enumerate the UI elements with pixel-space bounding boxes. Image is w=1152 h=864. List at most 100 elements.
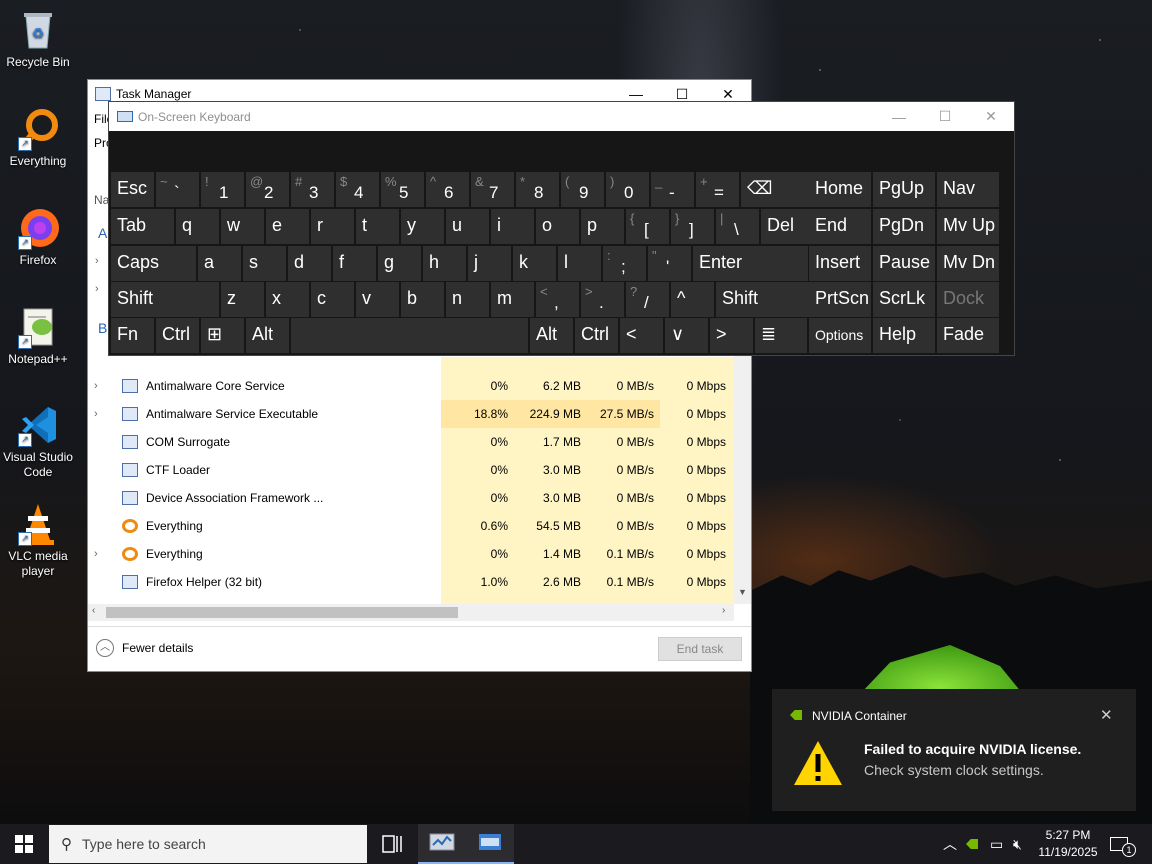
key-insert[interactable]: Insert — [809, 246, 871, 281]
key-=[interactable]: + = — [696, 172, 739, 207]
expand-arrow[interactable]: › — [94, 408, 108, 420]
key-`[interactable]: ~ ` — [156, 172, 199, 207]
key-o[interactable]: o — [536, 209, 579, 244]
nvidia-tray-icon[interactable] — [966, 824, 978, 864]
osk-titlebar[interactable]: On-Screen Keyboard — ☐ ✕ — [109, 102, 1014, 131]
key-pause[interactable]: Pause — [873, 246, 935, 281]
key-shift[interactable]: Shift — [111, 282, 219, 317]
osk-maximize-button[interactable]: ☐ — [922, 102, 968, 131]
key-n[interactable]: n — [446, 282, 489, 317]
key-≣[interactable]: ≣ — [755, 318, 807, 353]
key-∨[interactable]: ∨ — [665, 318, 708, 353]
key-t[interactable]: t — [356, 209, 399, 244]
key-4[interactable]: $4 — [336, 172, 379, 207]
desktop-icon-firefox[interactable]: ↗ Firefox — [0, 206, 76, 268]
key-scrlk[interactable]: ScrLk — [873, 282, 935, 317]
key-⌫[interactable]: ⌫ — [741, 172, 813, 207]
key-3[interactable]: #3 — [291, 172, 334, 207]
key-b[interactable]: b — [401, 282, 444, 317]
key-][interactable]: }] — [671, 209, 714, 244]
key-f[interactable]: f — [333, 246, 376, 281]
key-c[interactable]: c — [311, 282, 354, 317]
desktop-icon-vscode[interactable]: ↗ Visual Studio Code — [0, 403, 76, 480]
key-u[interactable]: u — [446, 209, 489, 244]
key-q[interactable]: q — [176, 209, 219, 244]
key-fade[interactable]: Fade — [937, 318, 999, 353]
key-h[interactable]: h — [423, 246, 466, 281]
key-g[interactable]: g — [378, 246, 421, 281]
scroll-left-icon[interactable]: ‹ — [92, 605, 95, 616]
scroll-right-icon[interactable]: › — [722, 605, 725, 616]
fewer-details-button[interactable]: ︿ Fewer details — [96, 639, 193, 657]
key-/[interactable]: ? / — [626, 282, 669, 317]
key-r[interactable]: r — [311, 209, 354, 244]
key-shift[interactable]: Shift — [716, 282, 809, 317]
volume-muted-icon[interactable]: 🔇︎ — [1013, 824, 1022, 864]
key->[interactable]: > — [710, 318, 753, 353]
notification-close-icon[interactable]: ✕ — [1100, 706, 1113, 724]
horizontal-scroll-thumb[interactable] — [106, 607, 458, 618]
key-alt[interactable]: Alt — [530, 318, 573, 353]
end-task-button[interactable]: End task — [658, 637, 742, 661]
key-w[interactable]: w — [221, 209, 264, 244]
process-row[interactable]: Firefox Helper (32 bit) 1.0% 2.6 MB 0.1 MB/… — [88, 568, 728, 596]
key-,[interactable]: <, — [536, 282, 579, 317]
key-ctrl[interactable]: Ctrl — [156, 318, 199, 353]
key-1[interactable]: ! 1 — [201, 172, 244, 207]
notification-toast[interactable]: NVIDIA Container ✕ Failed to acquire NVI… — [772, 689, 1136, 811]
taskbar-app-task-manager[interactable] — [418, 824, 466, 864]
key-prtscn[interactable]: PrtScn — [809, 282, 871, 317]
key-alt[interactable]: Alt — [246, 318, 289, 353]
key-a[interactable]: a — [198, 246, 241, 281]
osk-minimize-button[interactable]: — — [876, 102, 922, 131]
key-k[interactable]: k — [513, 246, 556, 281]
key-'[interactable]: " ' — [648, 246, 691, 281]
key-home[interactable]: Home — [809, 172, 871, 207]
key-help[interactable]: Help — [873, 318, 935, 353]
key-d[interactable]: d — [288, 246, 331, 281]
horizontal-scrollbar[interactable]: ‹ › — [88, 604, 734, 621]
network-icon[interactable]: ▭ — [990, 824, 1003, 864]
key-nav[interactable]: Nav — [937, 172, 999, 207]
key-5[interactable]: % 5 — [381, 172, 424, 207]
system-clock[interactable]: 5:27 PM 11/19/2025 — [1030, 827, 1106, 861]
key-;[interactable]: :; — [603, 246, 646, 281]
process-row[interactable]: Everything 0.6% 54.5 MB 0 MB/s 0 Mbps — [88, 512, 728, 540]
key-pgdn[interactable]: PgDn — [873, 209, 935, 244]
key-[[interactable]: {[ — [626, 209, 669, 244]
desktop-icon-notepad-plus-plus[interactable]: ↗ Notepad++ — [0, 305, 76, 367]
expand-arrow[interactable]: › — [95, 255, 99, 267]
show-hidden-icons-button[interactable]: ︿ — [943, 824, 957, 864]
process-row[interactable]: › Antimalware Service Executable 18.8% 224.… — [88, 400, 728, 428]
key-enter[interactable]: Enter — [693, 246, 808, 281]
process-row[interactable]: COM Surrogate 0% 1.7 MB 0 MB/s 0 Mbps — [88, 428, 728, 456]
key-mv-dn[interactable]: Mv Dn — [937, 246, 999, 281]
key-esc[interactable]: Esc — [111, 172, 154, 207]
key--[interactable]: _ - — [651, 172, 694, 207]
key-9[interactable]: (9 — [561, 172, 604, 207]
key-8[interactable]: * 8 — [516, 172, 559, 207]
taskbar-search-box[interactable]: ⚲ Type here to search — [49, 825, 367, 863]
key-l[interactable]: l — [558, 246, 601, 281]
key-end[interactable]: End — [809, 209, 871, 244]
on-screen-keyboard-window[interactable]: On-Screen Keyboard — ☐ ✕ Esc ~ `! 1 @2 #3 $4% 5… — [108, 101, 1015, 356]
key-y[interactable]: y — [401, 209, 444, 244]
expand-arrow[interactable]: › — [95, 283, 99, 295]
key-<[interactable]: < — [620, 318, 663, 353]
key-mv-up[interactable]: Mv Up — [937, 209, 999, 244]
key-caps[interactable]: Caps — [111, 246, 196, 281]
key-z[interactable]: z — [221, 282, 264, 317]
process-row[interactable]: › Antimalware Core Service 0% 6.2 MB 0 MB/s 0… — [88, 372, 728, 400]
process-row[interactable]: › Everything 0% 1.4 MB 0.1 MB/s 0 Mbps — [88, 540, 728, 568]
key-e[interactable]: e — [266, 209, 309, 244]
start-button[interactable] — [0, 824, 48, 864]
key-m[interactable]: m — [491, 282, 534, 317]
key-6[interactable]: ^ 6 — [426, 172, 469, 207]
task-view-button[interactable] — [368, 824, 416, 864]
key-x[interactable]: x — [266, 282, 309, 317]
osk-close-button[interactable]: ✕ — [968, 102, 1014, 131]
key-dock[interactable]: Dock — [937, 282, 999, 317]
taskbar-app-on-screen-keyboard[interactable] — [466, 824, 514, 864]
key-j[interactable]: j — [468, 246, 511, 281]
key-ctrl[interactable]: Ctrl — [575, 318, 618, 353]
